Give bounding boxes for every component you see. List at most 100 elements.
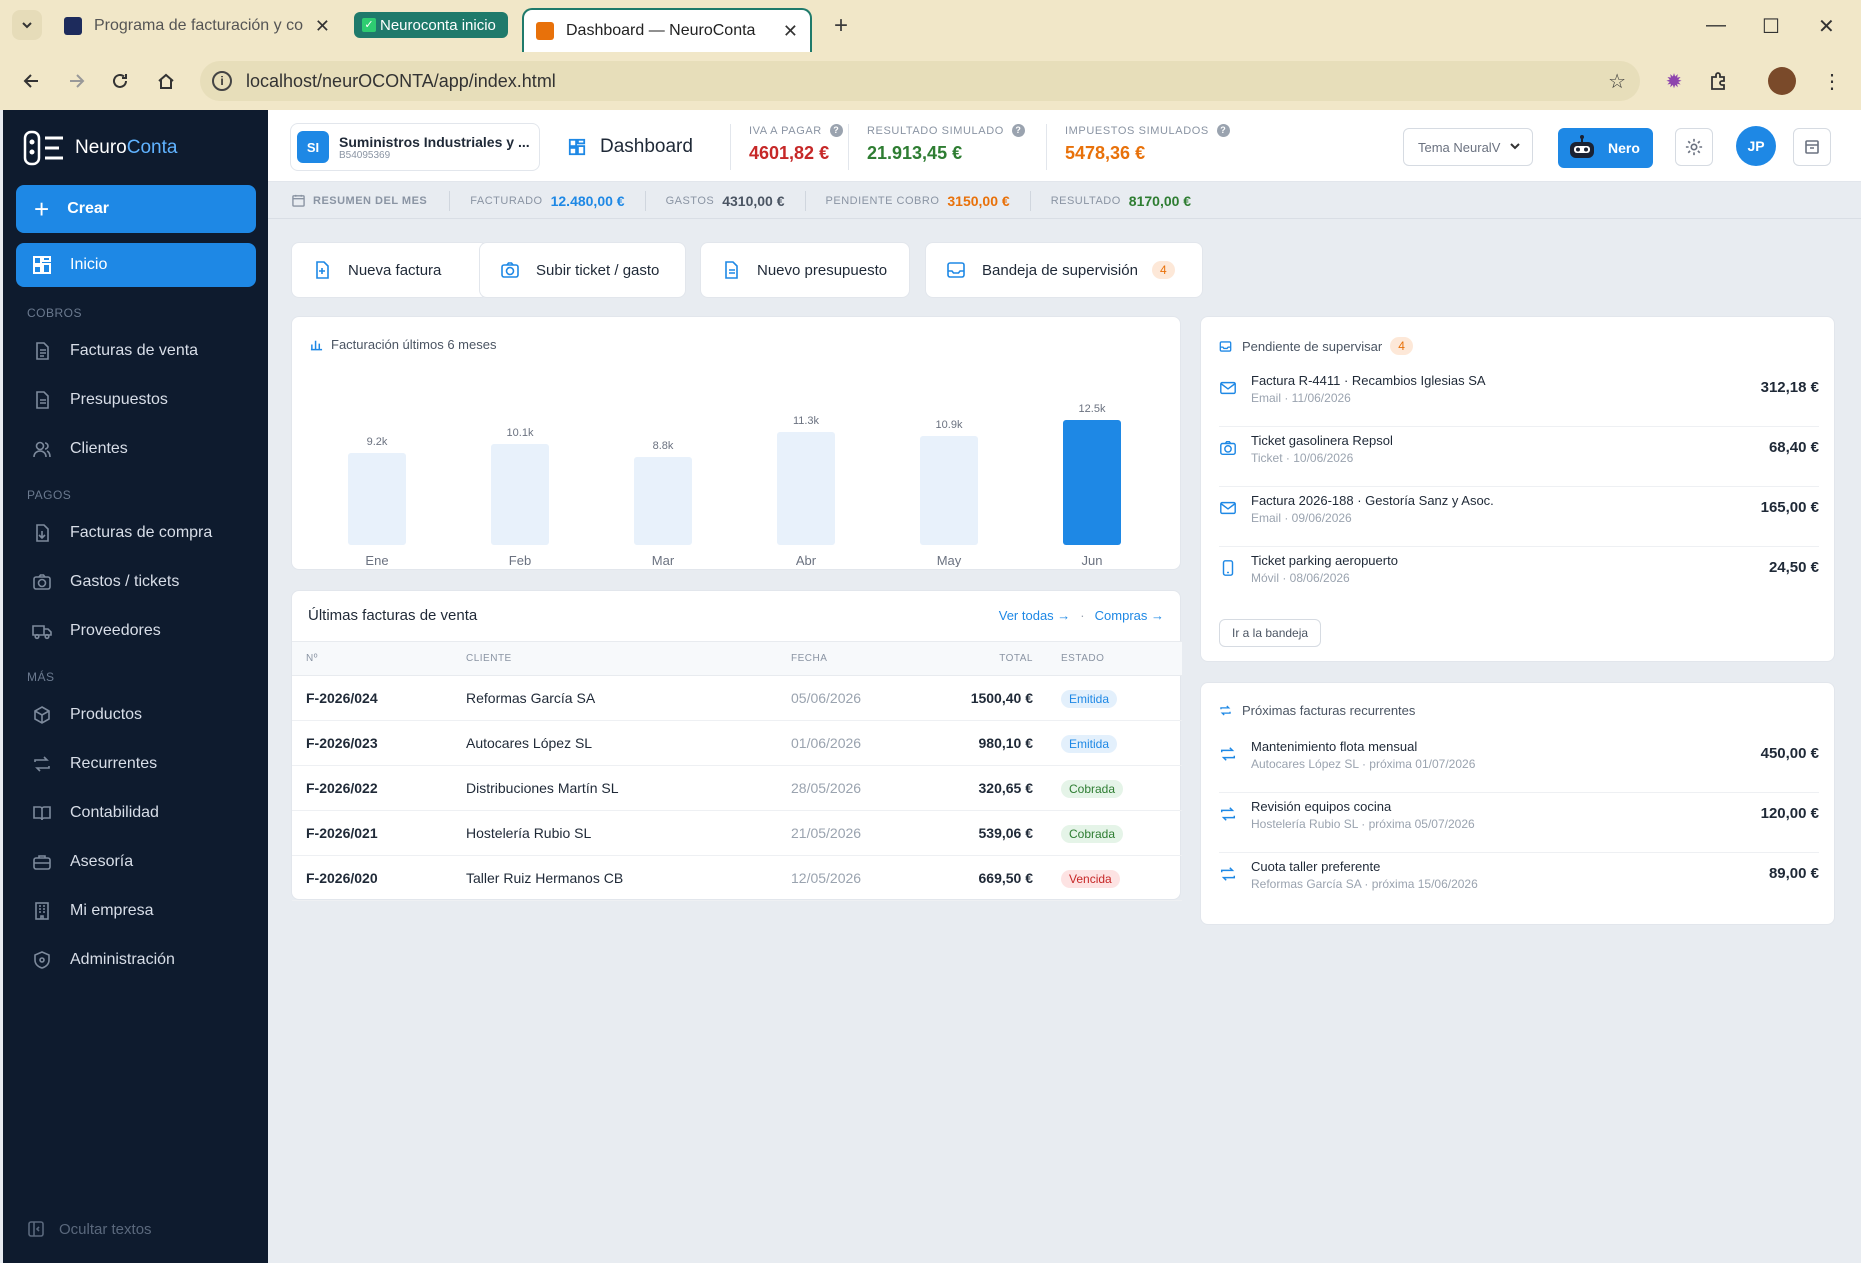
- invoice-number: F-2026/022: [292, 765, 452, 811]
- sidebar-item-clientes[interactable]: Clientes: [16, 427, 256, 471]
- site-favicon-icon: [64, 17, 82, 35]
- close-tab-icon[interactable]: ✕: [315, 16, 330, 37]
- button-label: Ir a la bandeja: [1232, 626, 1309, 640]
- sidebar-item-label: Presupuestos: [70, 391, 168, 408]
- back-button[interactable]: [18, 67, 46, 95]
- table-row[interactable]: F-2026/021 Hostelería Rubio SL 21/05/2026 5…: [292, 810, 1182, 856]
- browser-tab-dashboard[interactable]: Dashboard — NeuroConta ✕: [522, 8, 812, 52]
- document-download-icon: [36, 524, 49, 542]
- button-label: Bandeja de supervisión: [982, 261, 1138, 279]
- item-subtitle: Ticket · 10/06/2026: [1251, 451, 1354, 465]
- column-header-estado: ESTADO: [1047, 641, 1182, 676]
- sidebar-item-mi-empresa[interactable]: Mi empresa: [16, 889, 256, 933]
- forward-button[interactable]: [62, 67, 90, 95]
- browser-tab-programa[interactable]: Programa de facturación y cont ✕: [52, 8, 342, 44]
- sidebar-item-inicio[interactable]: Inicio: [16, 243, 256, 287]
- hide-texts-toggle[interactable]: Ocultar textos: [27, 1220, 152, 1238]
- help-icon[interactable]: ?: [829, 124, 843, 137]
- upload-ticket-button[interactable]: Subir ticket / gasto: [479, 242, 686, 298]
- browser-toolbar: i localhost/neurOCONTA/app/index.html ☆ …: [0, 52, 1861, 110]
- sidebar-item-productos[interactable]: Productos: [16, 693, 256, 737]
- help-icon[interactable]: ?: [1216, 124, 1230, 137]
- chart-bar[interactable]: [777, 432, 835, 545]
- sidebar-item-label: Gastos / tickets: [70, 573, 180, 590]
- card-title: Próximas facturas recurrentes: [1242, 703, 1416, 718]
- list-item[interactable]: Mantenimiento flota mensual Autocares Lóp…: [1219, 733, 1819, 793]
- help-icon[interactable]: ?: [1011, 124, 1025, 137]
- sidebar-item-administracion[interactable]: Administración: [16, 938, 256, 982]
- close-window-button[interactable]: ✕: [1818, 14, 1835, 39]
- site-info-icon[interactable]: i: [212, 71, 232, 91]
- minimize-button[interactable]: —: [1706, 14, 1726, 37]
- home-button[interactable]: [152, 67, 180, 95]
- invoice-status-cell: Vencida: [1047, 855, 1182, 901]
- sidebar-item-contabilidad[interactable]: Contabilidad: [16, 791, 256, 835]
- table-row[interactable]: F-2026/024 Reformas García SA 05/06/2026 15…: [292, 675, 1182, 721]
- table-row[interactable]: F-2026/022 Distribuciones Martín SL 28/05/…: [292, 765, 1182, 811]
- archive-icon: [1805, 140, 1819, 154]
- profile-avatar[interactable]: [1768, 67, 1796, 95]
- tab-search-button[interactable]: [12, 10, 42, 40]
- chart-bar[interactable]: [348, 453, 406, 545]
- app-logo[interactable]: Neuro Conta: [23, 128, 177, 168]
- list-item[interactable]: Factura 2026-188 · Gestoría Sanz y Asoc.…: [1219, 487, 1819, 547]
- x-tick-label: May: [937, 553, 962, 567]
- reload-button[interactable]: [106, 67, 134, 95]
- extensions-puzzle-icon[interactable]: [1704, 67, 1732, 95]
- table-row[interactable]: F-2026/023 Autocares López SL 01/06/2026 98…: [292, 720, 1182, 766]
- chart-bar[interactable]: [491, 444, 549, 545]
- list-item[interactable]: Revisión equipos cocina Hostelería Rubio …: [1219, 793, 1819, 853]
- sidebar-item-presupuestos[interactable]: Presupuestos: [16, 378, 256, 422]
- supervision-tray-button[interactable]: Bandeja de supervisión 4: [925, 242, 1203, 298]
- sidebar-item-asesoria[interactable]: Asesoría: [16, 840, 256, 884]
- item-title: Revisión equipos cocina: [1251, 799, 1392, 814]
- list-item[interactable]: Ticket gasolinera Repsol Ticket · 10/06/2…: [1219, 427, 1819, 487]
- sidebar-item-facturas-compra[interactable]: Facturas de compra: [16, 511, 256, 555]
- create-button[interactable]: + Crear: [16, 185, 256, 233]
- chart-bar[interactable]: [1063, 420, 1121, 545]
- document-plus-icon: [316, 261, 329, 279]
- company-selector[interactable]: SI Suministros Industriales y ... B54095…: [290, 123, 540, 171]
- list-item[interactable]: Cuota taller preferente Reformas García S…: [1219, 853, 1819, 913]
- browser-menu-icon[interactable]: ⋮: [1818, 67, 1846, 95]
- maximize-button[interactable]: ☐: [1762, 14, 1780, 39]
- column-header-cliente: CLIENTE: [452, 641, 777, 676]
- repeat-icon: [1220, 807, 1236, 821]
- user-avatar[interactable]: JP: [1736, 126, 1776, 166]
- invoice-number: F-2026/024: [292, 675, 452, 721]
- company-name: Suministros Industriales y ...: [339, 133, 530, 150]
- theme-select[interactable]: Tema NeuralV: [1403, 128, 1533, 166]
- invoice-number: F-2026/021: [292, 810, 452, 856]
- nero-assistant-button[interactable]: Nero: [1558, 128, 1653, 168]
- chevron-down-icon: [22, 22, 32, 29]
- table-row[interactable]: F-2026/020 Taller Ruiz Hermanos CB 12/05/2…: [292, 855, 1182, 901]
- new-invoice-button[interactable]: Nueva factura: [291, 242, 488, 298]
- view-all-link[interactable]: Ver todas →: [999, 608, 1071, 623]
- chart-bar[interactable]: [634, 457, 692, 545]
- summary-item-value: 3150,00 €: [947, 192, 1010, 209]
- browser-tab-group-neuroconta[interactable]: ✓ Neuroconta inicio: [354, 12, 508, 38]
- list-item[interactable]: Ticket parking aeropuerto Móvil · 08/06/2…: [1219, 547, 1819, 607]
- settings-button[interactable]: [1675, 128, 1713, 166]
- new-tab-button[interactable]: +: [822, 8, 860, 44]
- close-tab-icon[interactable]: ✕: [783, 21, 798, 42]
- new-budget-button[interactable]: Nuevo presupuesto: [700, 242, 910, 298]
- summary-item-value: 4310,00 €: [722, 192, 785, 209]
- archive-button[interactable]: [1793, 128, 1831, 166]
- item-amount: 24,50 €: [1768, 559, 1819, 576]
- sidebar-item-facturas-venta[interactable]: Facturas de venta: [16, 329, 256, 373]
- purchases-link[interactable]: Compras →: [1095, 608, 1164, 623]
- address-bar[interactable]: i localhost/neurOCONTA/app/index.html ☆: [200, 61, 1640, 101]
- column-header-total: TOTAL: [947, 641, 1047, 676]
- list-item[interactable]: Factura R-4411 · Recambios Iglesias SA Em…: [1219, 367, 1819, 427]
- brand-name-part2: Conta: [126, 137, 178, 158]
- go-to-tray-button[interactable]: Ir a la bandeja: [1219, 619, 1322, 647]
- extension-gear-icon[interactable]: ✹: [1660, 67, 1688, 95]
- chart-bar[interactable]: [920, 436, 978, 545]
- sidebar-item-gastos[interactable]: Gastos / tickets: [16, 560, 256, 604]
- invoices-table: Nº CLIENTE FECHA TOTAL ESTADO F-2026/024…: [292, 641, 1182, 901]
- pending-supervision-card: Pendiente de supervisar 4 Factura R-4411…: [1200, 316, 1835, 662]
- sidebar-item-recurrentes[interactable]: Recurrentes: [16, 742, 256, 786]
- bookmark-star-icon[interactable]: ☆: [1608, 69, 1626, 94]
- sidebar-item-proveedores[interactable]: Proveedores: [16, 609, 256, 653]
